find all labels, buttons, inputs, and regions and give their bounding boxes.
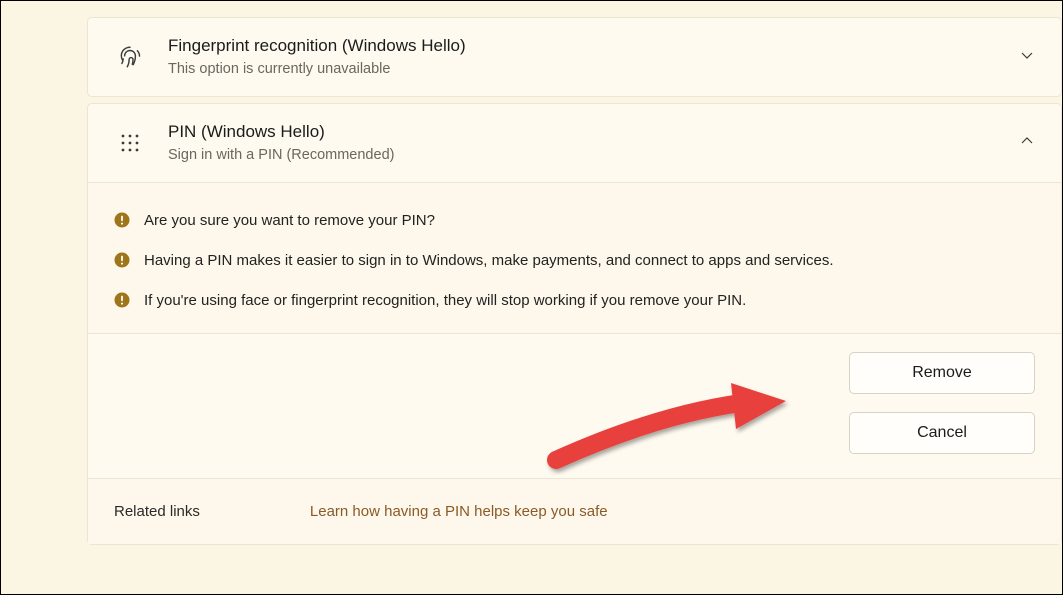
- warning-icon: [114, 212, 130, 228]
- warning-text-3: If you're using face or fingerprint reco…: [144, 290, 746, 312]
- chevron-up-icon: [1019, 133, 1035, 154]
- warning-list: Are you sure you want to remove your PIN…: [88, 183, 1061, 332]
- warning-row: Having a PIN makes it easier to sign in …: [114, 241, 1035, 281]
- pin-card: PIN (Windows Hello) Sign in with a PIN (…: [87, 103, 1062, 544]
- warning-icon: [114, 252, 130, 268]
- warning-row: If you're using face or fingerprint reco…: [114, 281, 1035, 321]
- actions-panel: Remove Cancel: [88, 333, 1061, 478]
- fingerprint-icon: [116, 43, 144, 71]
- fingerprint-subtitle: This option is currently unavailable: [168, 59, 1019, 79]
- related-links-label: Related links: [114, 503, 200, 520]
- pin-subtitle: Sign in with a PIN (Recommended): [168, 145, 1019, 165]
- related-links-section: Related links Learn how having a PIN hel…: [88, 478, 1061, 544]
- cancel-button[interactable]: Cancel: [849, 412, 1035, 454]
- warning-icon: [114, 292, 130, 308]
- chevron-down-icon: [1019, 47, 1035, 68]
- warning-row: Are you sure you want to remove your PIN…: [114, 201, 1035, 241]
- warning-text-2: Having a PIN makes it easier to sign in …: [144, 250, 834, 272]
- pin-title: PIN (Windows Hello): [168, 121, 1019, 144]
- remove-button[interactable]: Remove: [849, 352, 1035, 394]
- related-link[interactable]: Learn how having a PIN helps keep you sa…: [310, 503, 608, 520]
- warning-text-1: Are you sure you want to remove your PIN…: [144, 210, 435, 232]
- pin-titles: PIN (Windows Hello) Sign in with a PIN (…: [168, 121, 1019, 165]
- fingerprint-titles: Fingerprint recognition (Windows Hello) …: [168, 35, 1019, 79]
- fingerprint-header[interactable]: Fingerprint recognition (Windows Hello) …: [88, 18, 1061, 96]
- pin-header[interactable]: PIN (Windows Hello) Sign in with a PIN (…: [88, 104, 1061, 182]
- fingerprint-title: Fingerprint recognition (Windows Hello): [168, 35, 1019, 58]
- keypad-icon: [116, 129, 144, 157]
- fingerprint-card[interactable]: Fingerprint recognition (Windows Hello) …: [87, 17, 1062, 97]
- pin-expanded-body: Are you sure you want to remove your PIN…: [88, 182, 1061, 543]
